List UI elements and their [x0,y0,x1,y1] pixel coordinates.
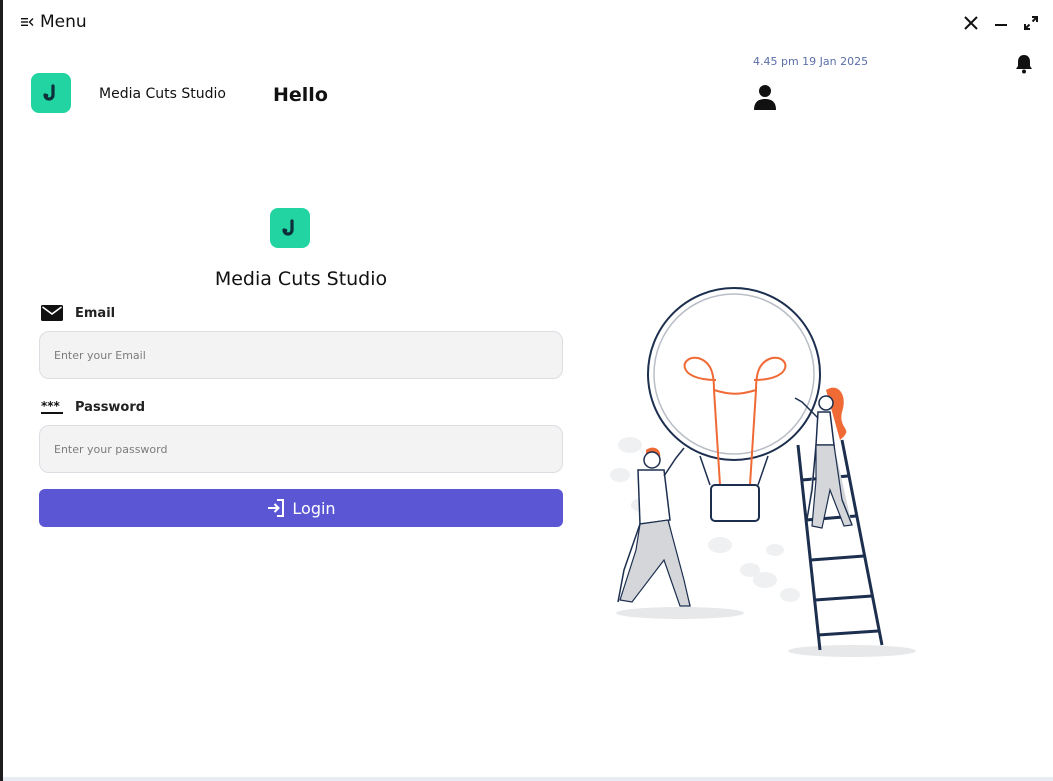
brand-logo-icon [43,84,55,101]
email-input[interactable] [39,331,563,379]
maximize-button[interactable] [1020,12,1042,34]
minimize-button[interactable] [990,12,1012,34]
maximize-icon [1024,16,1038,30]
close-button[interactable] [960,12,982,34]
datetime-display: 4.45 pm 19 Jan 2025 [753,55,869,68]
login-brand-title: Media Cuts Studio [214,268,388,290]
header-logo [31,73,71,113]
taskbar-edge [3,777,1053,781]
notifications-button[interactable] [1014,53,1034,79]
title-bar: Menu [0,0,1053,44]
greeting: Hello [273,84,328,106]
user-icon [754,85,776,110]
bell-icon [1016,55,1032,74]
password-label: Password [75,400,146,415]
user-profile-button[interactable] [753,84,777,116]
svg-text:***: *** [41,401,61,413]
header-brand-name: Media Cuts Studio [99,86,226,102]
menu-collapse-icon [21,18,34,26]
password-input[interactable] [39,425,563,473]
mail-icon [41,305,63,321]
brand-logo-icon [282,219,294,236]
password-dots-icon: *** [41,401,63,414]
window-edge [0,0,3,781]
login-logo [270,208,310,248]
login-button-label: Login [292,498,336,518]
minimize-icon [995,24,1007,26]
lightbulb-illustration [610,287,916,657]
login-arrow-icon [268,499,285,517]
close-icon [964,16,978,30]
email-label: Email [75,306,116,321]
menu-label: Menu [40,12,87,32]
menu-button[interactable]: Menu [20,12,87,32]
login-button[interactable]: Login [39,489,563,527]
